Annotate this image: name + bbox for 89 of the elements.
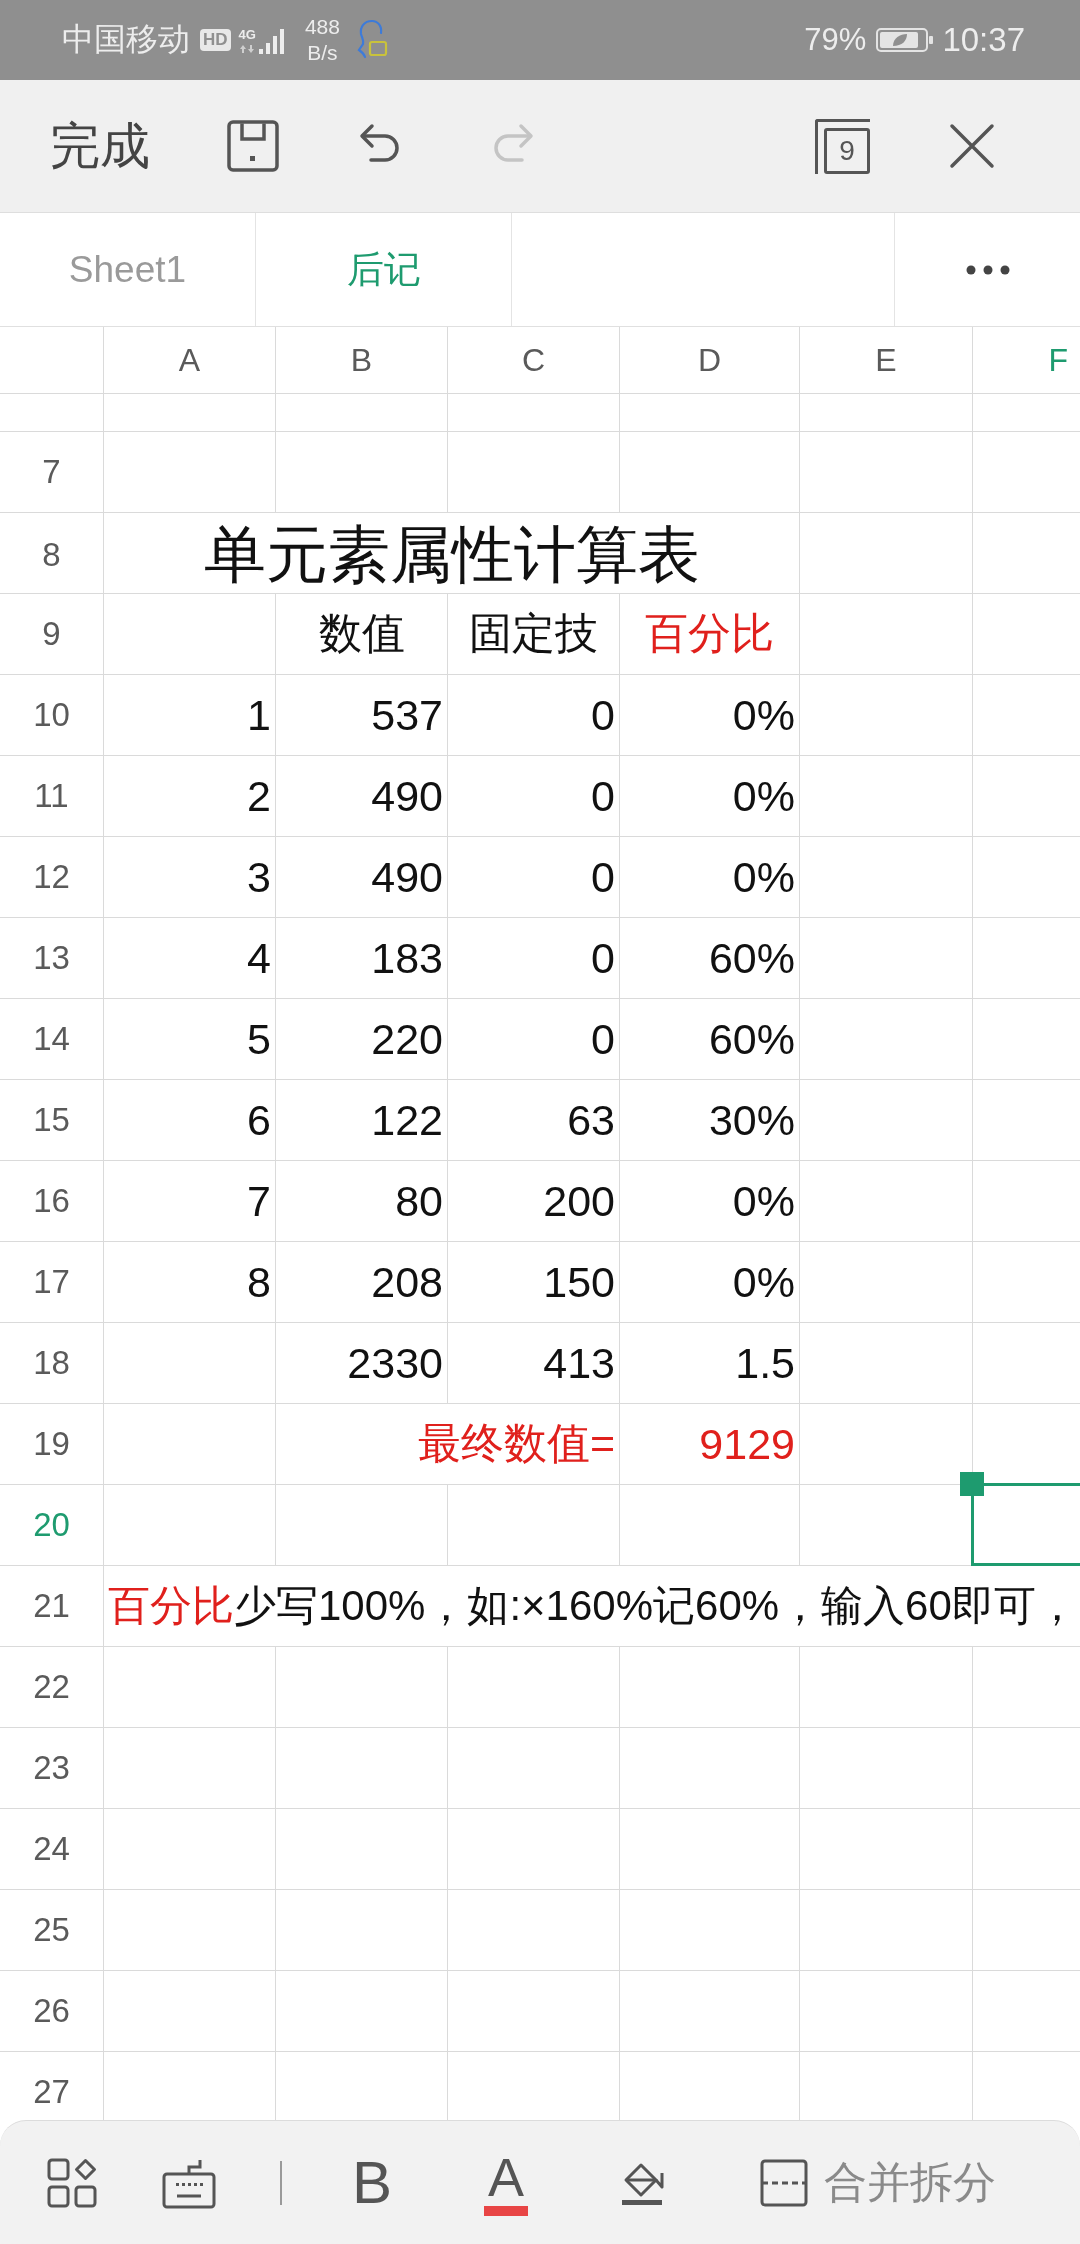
row-number: 24 — [33, 1830, 70, 1868]
spreadsheet-cell: 0 — [448, 918, 620, 998]
row-number: 14 — [33, 1020, 70, 1058]
spreadsheet-cell: 60% — [620, 999, 800, 1079]
more-icon[interactable] — [965, 264, 1010, 275]
merge-cells-icon — [760, 2158, 809, 2207]
row-number: 26 — [33, 1992, 70, 2030]
spreadsheet-cell: 537 — [276, 675, 448, 755]
spreadsheet-cell: 183 — [276, 918, 448, 998]
row-number: 19 — [33, 1425, 70, 1463]
spreadsheet-cell: 0% — [620, 1242, 800, 1322]
spreadsheet-cell: 1.5 — [620, 1323, 800, 1403]
column-header: A — [104, 327, 276, 393]
spreadsheet-cell: 63 — [448, 1080, 620, 1160]
spreadsheet-cell: 200 — [448, 1161, 620, 1241]
speed-unit: B/s — [307, 40, 338, 66]
row-number: 25 — [33, 1911, 70, 1949]
row-number: 22 — [33, 1668, 70, 1706]
spreadsheet-cell: 30% — [620, 1080, 800, 1160]
row-number: 18 — [33, 1344, 70, 1382]
column-header: C — [448, 327, 620, 393]
column-header: E — [800, 327, 973, 393]
spreadsheet-cell: 2 — [104, 756, 276, 836]
row-number: 27 — [33, 2073, 70, 2111]
spreadsheet-cell: 2330 — [276, 1323, 448, 1403]
spreadsheet-cell: 0% — [620, 756, 800, 836]
spreadsheet-cell: 490 — [276, 756, 448, 836]
spreadsheet-cell: 3 — [104, 837, 276, 917]
row-number: 8 — [42, 536, 61, 574]
spreadsheet-cell: 8 — [104, 1242, 276, 1322]
battery-icon — [876, 28, 935, 52]
spreadsheet-cell: 80 — [276, 1161, 448, 1241]
save-icon[interactable] — [227, 120, 279, 172]
note-text: 百分比少写100%，如:×160%记60%，输入60即可， — [107, 1581, 1079, 1631]
row-number: 21 — [33, 1587, 70, 1625]
spreadsheet-cell: 5 — [104, 999, 276, 1079]
spreadsheet-cell: 9129 — [620, 1404, 800, 1484]
battery-percent: 79% — [804, 22, 867, 58]
selection-handle-icon[interactable] — [960, 1472, 984, 1496]
spreadsheet-cell: 6 — [104, 1080, 276, 1160]
spreadsheet-cell: 百分比 — [620, 594, 800, 674]
spreadsheet-cell: 0% — [620, 837, 800, 917]
row-number: 20 — [33, 1506, 70, 1544]
data-arrows-icon — [240, 44, 255, 53]
row-number: 10 — [33, 696, 70, 734]
head-profile-icon — [355, 19, 388, 61]
column-header: D — [620, 327, 800, 393]
bold-button[interactable]: B — [352, 2152, 393, 2213]
network-type: 4G — [238, 27, 256, 42]
row-number: 17 — [33, 1263, 70, 1301]
spreadsheet-cell: 220 — [276, 999, 448, 1079]
network-speed: 488 — [304, 14, 340, 40]
row-number: 13 — [33, 939, 70, 977]
close-icon[interactable] — [949, 123, 995, 169]
spreadsheet-cell: 0 — [448, 675, 620, 755]
spreadsheet-cell: 122 — [276, 1080, 448, 1160]
hd-badge: HD — [200, 29, 231, 51]
done-button[interactable]: 完成 — [50, 112, 150, 180]
spreadsheet-cell: 0 — [448, 999, 620, 1079]
spreadsheet-cell: 0 — [448, 756, 620, 836]
spreadsheet-cell: 1 — [104, 675, 276, 755]
column-header: B — [276, 327, 448, 393]
spreadsheet-cell: 7 — [104, 1161, 276, 1241]
spreadsheet-cell: 208 — [276, 1242, 448, 1322]
row-number: 12 — [33, 858, 70, 896]
color-bar-icon — [484, 2205, 529, 2216]
carrier-name: 中国移动 — [62, 20, 190, 59]
row-number: 15 — [33, 1101, 70, 1139]
spreadsheet-cell: 0% — [620, 1161, 800, 1241]
spreadsheet-cell: 4 — [104, 918, 276, 998]
spreadsheet-cell: 413 — [448, 1323, 620, 1403]
row-number: 23 — [33, 1749, 70, 1787]
row-number: 7 — [42, 453, 61, 491]
spreadsheet-cell: 数值 — [276, 594, 448, 674]
spreadsheet-cell: 60% — [620, 918, 800, 998]
row-number: 16 — [33, 1182, 70, 1220]
row-number: 9 — [42, 615, 61, 653]
column-header: F — [1047, 340, 1069, 380]
spreadsheet-cell: 固定技 — [448, 594, 620, 674]
font-color-button[interactable]: A — [484, 2149, 529, 2216]
clock: 10:37 — [942, 21, 1025, 59]
sheet-title: 单元素属性计算表 — [104, 513, 800, 597]
spreadsheet-cell: 150 — [448, 1242, 620, 1322]
spreadsheet-cell: 0% — [620, 675, 800, 755]
spreadsheet-cell: 0 — [448, 837, 620, 917]
row-number: 11 — [34, 777, 69, 815]
spreadsheet-cell: 490 — [276, 837, 448, 917]
spreadsheet-cell: 最终数值= — [276, 1404, 620, 1484]
apps-icon[interactable] — [47, 2157, 97, 2208]
